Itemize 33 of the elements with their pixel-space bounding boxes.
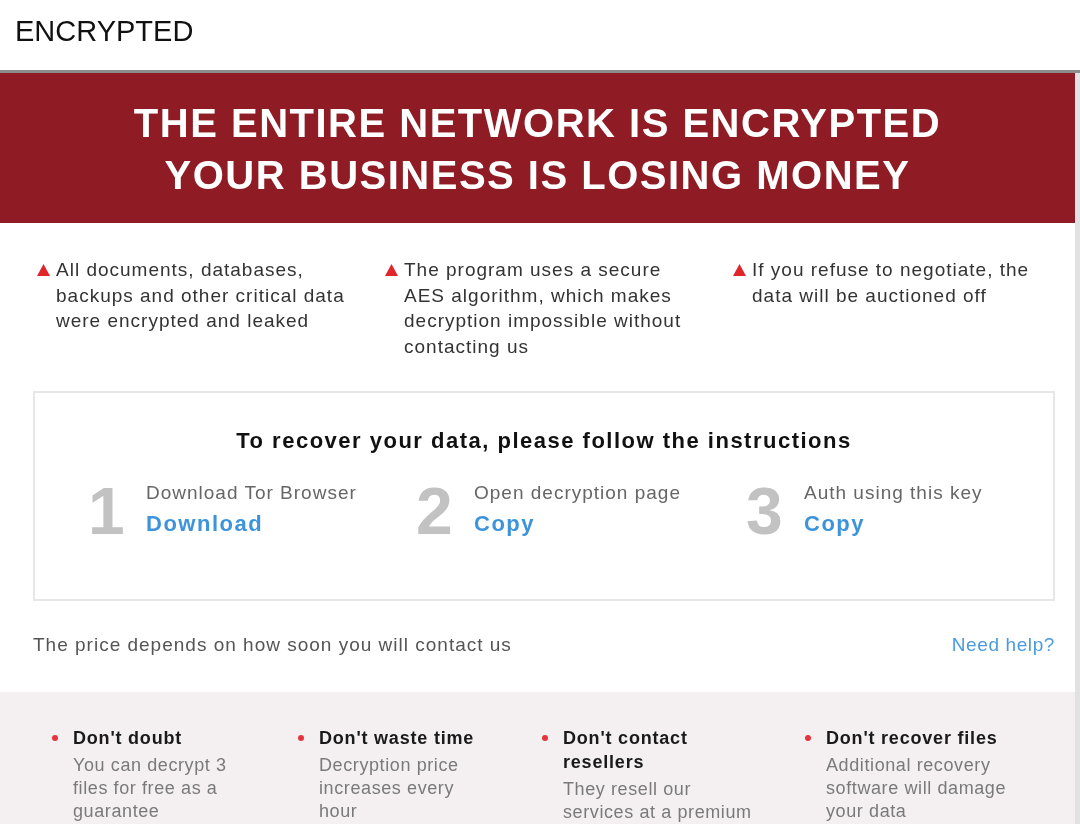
tip-text: They resell our services at a premium [563, 778, 753, 824]
bullet-icon [542, 735, 548, 741]
tip-title: Don't contact resellers [563, 727, 689, 774]
bullet-icon [298, 735, 304, 741]
step-link[interactable]: Copy [804, 506, 865, 542]
step-link[interactable]: Download [146, 506, 264, 542]
help-link[interactable]: Need help? [951, 634, 1055, 656]
page-title: ENCRYPTED [15, 14, 194, 49]
tip-text: You can decrypt 3 files for free as a guarantee [73, 754, 228, 823]
banner-heading: YOUR BUSINESS IS LOSING MONEY [164, 152, 911, 199]
warning-triangle-icon [37, 264, 50, 276]
warning-triangle-icon [733, 264, 746, 276]
tip-title: Don't waste time [319, 727, 475, 750]
instructions-heading: To recover your data, please follow the instructions [235, 427, 853, 455]
tip-text: Additional recovery software will damage your data [826, 754, 1008, 823]
bullet-icon [52, 735, 58, 741]
tip-title: Don't recover files [826, 727, 998, 750]
banner-heading: THE ENTIRE NETWORK IS ENCRYPTED [133, 100, 942, 147]
step-number: 2 [416, 478, 454, 544]
warning-text: The program uses a secure AES algorithm, which makes decryption impossible without contacting us [404, 258, 683, 359]
tip-title: Don't doubt [73, 727, 183, 750]
step-link[interactable]: Copy [474, 506, 535, 542]
step-label: Download Tor Browser [146, 481, 357, 505]
warning-triangle-icon [385, 264, 398, 276]
step-number: 3 [746, 478, 784, 544]
tip-text: Decryption price increases every hour [319, 754, 460, 823]
step-label: Auth using this key [804, 481, 983, 505]
price-note: The price depends on how soon you will contact us [33, 634, 512, 656]
warning-text: If you refuse to negotiate, the data will be auctioned off [752, 258, 1031, 308]
step-label: Open decryption page [474, 481, 681, 505]
step-number: 1 [88, 478, 126, 544]
bullet-icon [805, 735, 811, 741]
warning-text: All documents, databases, backups and other critical data were encrypted and leaked [56, 258, 346, 333]
